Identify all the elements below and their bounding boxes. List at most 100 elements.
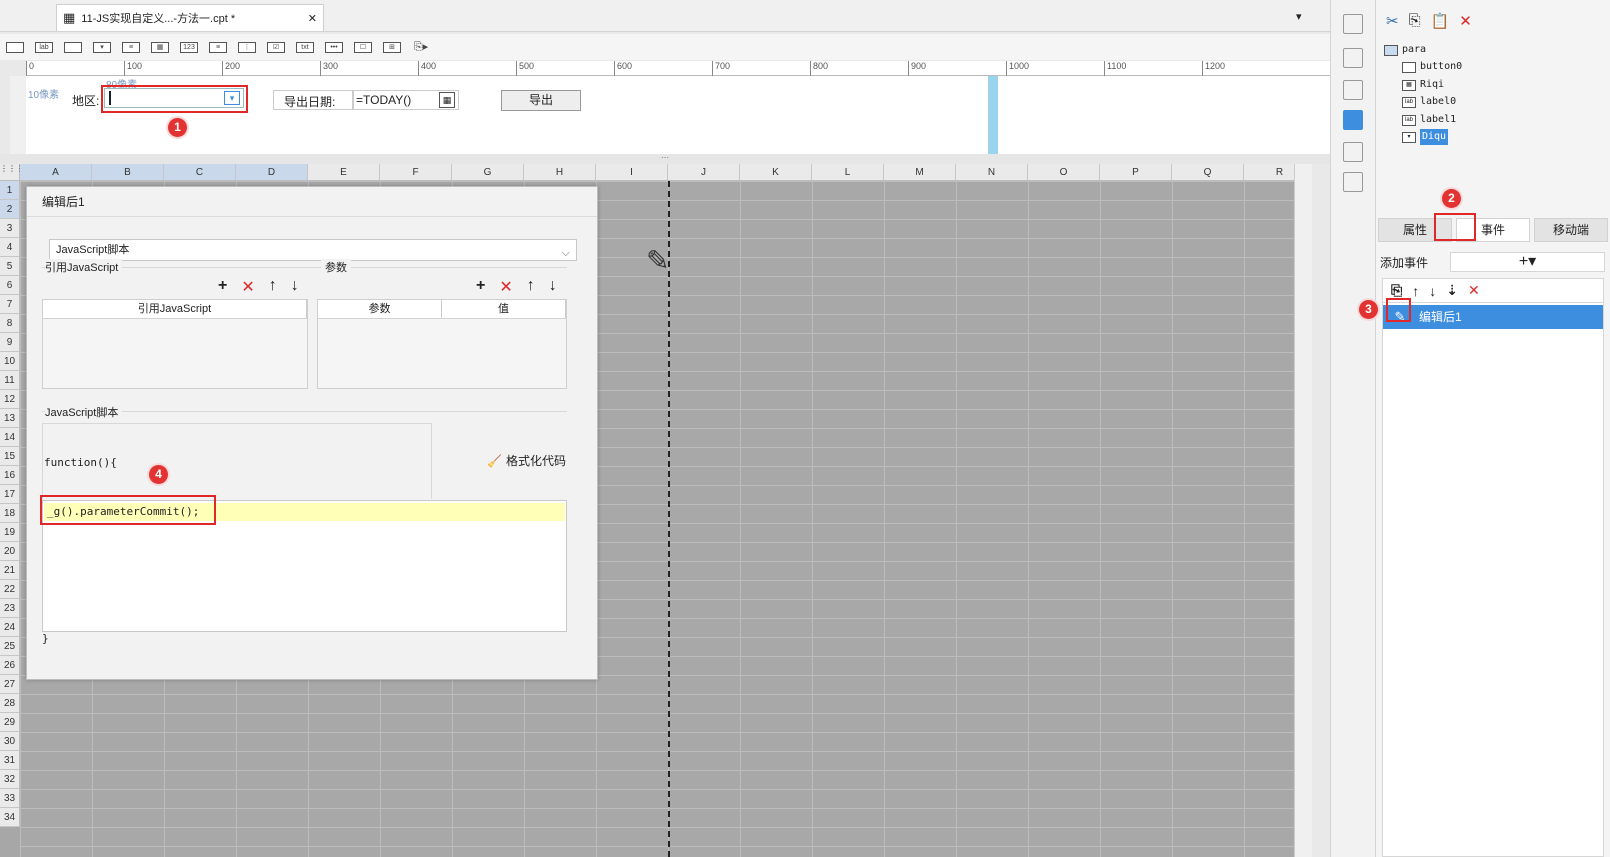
- column-header[interactable]: F: [380, 164, 452, 181]
- document-tab[interactable]: ▦ 11-JS实现自定义...-方法一.cpt * ✕: [56, 4, 324, 31]
- listview-widget-icon[interactable]: ≡: [120, 39, 142, 55]
- copy-icon[interactable]: ⎘: [1409, 12, 1421, 30]
- pane-splitter[interactable]: ⋯: [0, 154, 1330, 164]
- number-widget-icon[interactable]: 123: [178, 39, 200, 55]
- calendar-icon[interactable]: ▦: [439, 92, 455, 108]
- column-header[interactable]: O: [1028, 164, 1100, 181]
- column-header[interactable]: E: [308, 164, 380, 181]
- column-header[interactable]: D: [236, 164, 308, 181]
- move-down-icon[interactable]: ↓: [549, 277, 557, 297]
- vertical-scrollbar[interactable]: [1294, 164, 1312, 857]
- move-up-icon[interactable]: ↑: [269, 277, 277, 297]
- row-header[interactable]: 29: [0, 713, 20, 732]
- column-header[interactable]: L: [812, 164, 884, 181]
- delete-icon[interactable]: ✕: [1459, 12, 1472, 30]
- params-table[interactable]: 参数 值: [317, 299, 567, 389]
- column-header[interactable]: B: [92, 164, 164, 181]
- column-header[interactable]: N: [956, 164, 1028, 181]
- collapse-icon[interactable]: ▾: [1296, 10, 1302, 23]
- row-header[interactable]: 17: [0, 485, 20, 504]
- row-header[interactable]: 3: [0, 219, 20, 238]
- tree-node-label0[interactable]: lab label0: [1402, 94, 1456, 110]
- row-header[interactable]: 14: [0, 428, 20, 447]
- move-down-icon[interactable]: ↓: [1429, 283, 1436, 299]
- tree-widget-icon[interactable]: ⊞: [381, 39, 403, 55]
- row-header[interactable]: 33: [0, 789, 20, 808]
- combobox-widget-icon[interactable]: ▾: [91, 39, 113, 55]
- tree-node-label1[interactable]: lab label1: [1402, 112, 1456, 128]
- template-icon[interactable]: [1343, 48, 1363, 68]
- parameter-pane-edge[interactable]: [988, 76, 998, 154]
- row-header[interactable]: 11: [0, 371, 20, 390]
- frame-icon[interactable]: [1343, 80, 1363, 100]
- row-header[interactable]: 32: [0, 770, 20, 789]
- move-down-icon[interactable]: ↓: [291, 277, 299, 297]
- row-header[interactable]: 18: [0, 504, 20, 523]
- text-widget-icon[interactable]: txt: [294, 39, 316, 55]
- checkbox-widget-icon[interactable]: ☐: [352, 39, 374, 55]
- row-header[interactable]: 21: [0, 561, 20, 580]
- event-item[interactable]: ✎ 编辑后1: [1383, 305, 1603, 329]
- tab-mobile[interactable]: 移动端: [1534, 218, 1608, 242]
- row-header[interactable]: 34: [0, 808, 20, 827]
- tree-node-diqu[interactable]: ▾ Diqu: [1402, 129, 1449, 145]
- date-field[interactable]: =TODAY() ▦: [353, 90, 459, 110]
- add-event-dropdown[interactable]: +▾: [1450, 252, 1605, 272]
- script-type-select[interactable]: JavaScript脚本 ⌵: [49, 239, 577, 261]
- column-header[interactable]: I: [596, 164, 668, 181]
- cell-element-icon[interactable]: [1343, 142, 1363, 162]
- delete-icon[interactable]: ✕: [241, 277, 254, 297]
- row-header[interactable]: 20: [0, 542, 20, 561]
- add-icon[interactable]: +: [218, 277, 227, 297]
- column-header[interactable]: C: [164, 164, 236, 181]
- column-header[interactable]: H: [524, 164, 596, 181]
- row-header[interactable]: 8: [0, 314, 20, 333]
- textarea-widget-icon[interactable]: ≡: [207, 39, 229, 55]
- tree-node-button0[interactable]: button0: [1402, 59, 1462, 75]
- row-header[interactable]: 2: [0, 200, 20, 219]
- cut-icon[interactable]: ✂: [1386, 12, 1399, 30]
- row-header[interactable]: 7: [0, 295, 20, 314]
- move-up-icon[interactable]: ↑: [527, 277, 535, 297]
- row-header[interactable]: 22: [0, 580, 20, 599]
- row-header[interactable]: 16: [0, 466, 20, 485]
- row-header[interactable]: 10: [0, 352, 20, 371]
- column-header[interactable]: G: [452, 164, 524, 181]
- textbox-widget-icon[interactable]: [62, 39, 84, 55]
- row-header[interactable]: 6: [0, 276, 20, 295]
- row-header[interactable]: 24: [0, 618, 20, 637]
- column-header[interactable]: J: [668, 164, 740, 181]
- date-widget-icon[interactable]: ▦: [149, 39, 171, 55]
- tree-node-riqi[interactable]: ▦ Riqi: [1402, 77, 1444, 93]
- row-header[interactable]: 31: [0, 751, 20, 770]
- label-widget-icon[interactable]: lab: [33, 39, 55, 55]
- copy-icon[interactable]: ⎘: [1391, 282, 1402, 299]
- row-header[interactable]: 25: [0, 637, 20, 656]
- paste-icon[interactable]: 📋: [1431, 12, 1450, 30]
- delete-icon[interactable]: ✕: [1468, 282, 1480, 299]
- close-tab-icon[interactable]: ✕: [308, 12, 317, 25]
- more-widgets-icon[interactable]: ⎘▸: [410, 39, 432, 55]
- row-header[interactable]: 12: [0, 390, 20, 409]
- row-header[interactable]: 27: [0, 675, 20, 694]
- column-header[interactable]: K: [740, 164, 812, 181]
- format-code-button[interactable]: 🧹 格式化代码: [487, 452, 566, 469]
- column-header[interactable]: P: [1100, 164, 1172, 181]
- tree-node-root[interactable]: para: [1384, 42, 1426, 58]
- row-header[interactable]: 23: [0, 599, 20, 618]
- add-icon[interactable]: +: [476, 277, 485, 297]
- column-header[interactable]: M: [884, 164, 956, 181]
- widget-settings-icon[interactable]: [1343, 110, 1363, 130]
- corner-cell[interactable]: ⋮⋮⋮: [0, 164, 24, 181]
- password-widget-icon[interactable]: •••: [323, 39, 345, 55]
- row-header[interactable]: 5: [0, 257, 20, 276]
- button-widget-icon[interactable]: [4, 39, 26, 55]
- row-header[interactable]: 19: [0, 523, 20, 542]
- export-button[interactable]: 导出: [501, 90, 581, 111]
- row-header[interactable]: 13: [0, 409, 20, 428]
- row-header[interactable]: 15: [0, 447, 20, 466]
- row-header[interactable]: 30: [0, 732, 20, 751]
- layout-icon[interactable]: [1343, 14, 1363, 34]
- row-header[interactable]: 1: [0, 181, 20, 200]
- row-header[interactable]: 4: [0, 238, 20, 257]
